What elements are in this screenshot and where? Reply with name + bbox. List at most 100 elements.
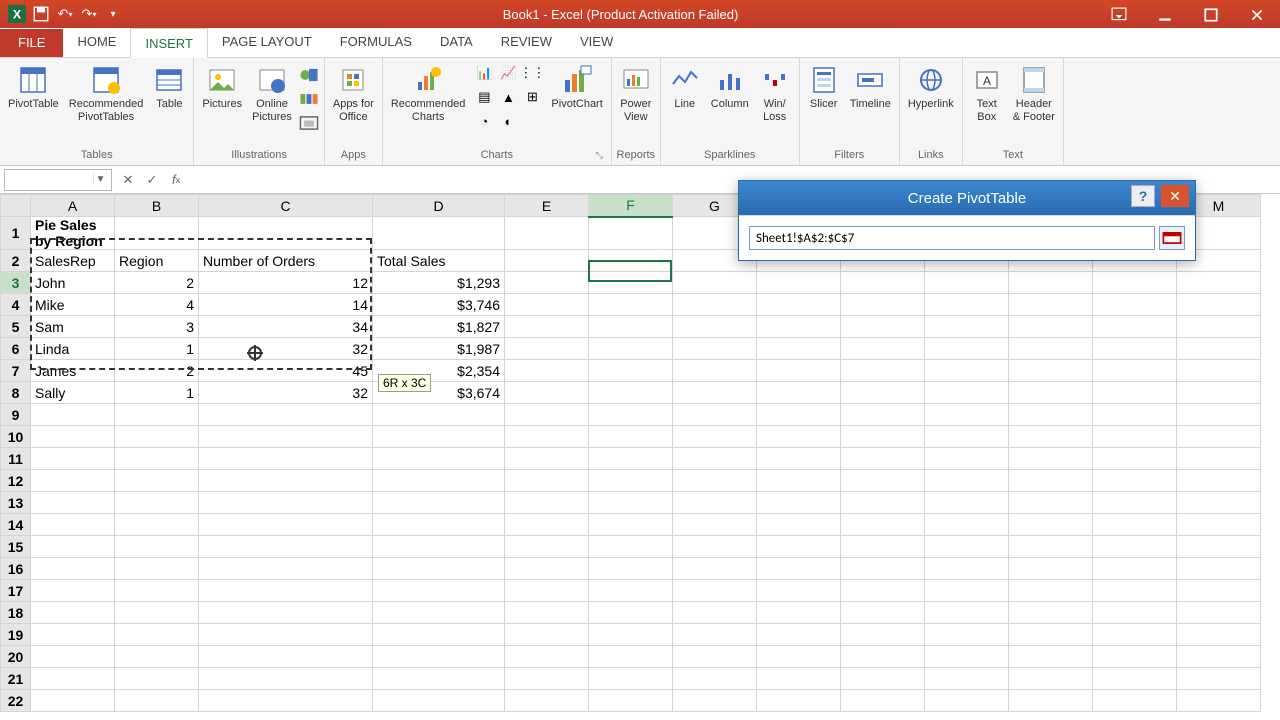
cell-I17[interactable] bbox=[841, 580, 925, 602]
cell-M8[interactable] bbox=[1177, 382, 1261, 404]
hyperlink-button[interactable]: Hyperlink bbox=[904, 62, 958, 113]
cell-E7[interactable] bbox=[505, 360, 589, 382]
cell-D20[interactable] bbox=[373, 646, 505, 668]
col-head-C[interactable]: C bbox=[199, 195, 373, 217]
cell-A19[interactable] bbox=[31, 624, 115, 646]
bar-chart-button[interactable]: ▤ bbox=[473, 86, 495, 108]
cell-L9[interactable] bbox=[1093, 404, 1177, 426]
cell-M20[interactable] bbox=[1177, 646, 1261, 668]
cell-E20[interactable] bbox=[505, 646, 589, 668]
cell-B1[interactable] bbox=[115, 217, 199, 250]
cell-B20[interactable] bbox=[115, 646, 199, 668]
cell-M21[interactable] bbox=[1177, 668, 1261, 690]
cell-J13[interactable] bbox=[925, 492, 1009, 514]
cell-I10[interactable] bbox=[841, 426, 925, 448]
ribbon-options-icon[interactable] bbox=[1111, 7, 1127, 21]
cell-D3[interactable]: $1,293 bbox=[373, 272, 505, 294]
cell-M16[interactable] bbox=[1177, 558, 1261, 580]
cell-C19[interactable] bbox=[199, 624, 373, 646]
collapse-dialog-button[interactable] bbox=[1159, 226, 1185, 250]
cell-A22[interactable] bbox=[31, 690, 115, 712]
cell-J4[interactable] bbox=[925, 294, 1009, 316]
cell-I9[interactable] bbox=[841, 404, 925, 426]
cell-C18[interactable] bbox=[199, 602, 373, 624]
cell-C15[interactable] bbox=[199, 536, 373, 558]
cell-J19[interactable] bbox=[925, 624, 1009, 646]
cell-C11[interactable] bbox=[199, 448, 373, 470]
tab-review[interactable]: REVIEW bbox=[487, 27, 566, 57]
cell-C17[interactable] bbox=[199, 580, 373, 602]
col-head-F[interactable]: F bbox=[589, 195, 673, 217]
cell-M12[interactable] bbox=[1177, 470, 1261, 492]
cell-B8[interactable]: 1 bbox=[115, 382, 199, 404]
cell-H15[interactable] bbox=[757, 536, 841, 558]
cell-M4[interactable] bbox=[1177, 294, 1261, 316]
cell-M17[interactable] bbox=[1177, 580, 1261, 602]
cell-J18[interactable] bbox=[925, 602, 1009, 624]
stock-chart-button[interactable]: ⊞ bbox=[521, 86, 543, 108]
cell-B18[interactable] bbox=[115, 602, 199, 624]
cell-B6[interactable]: 1 bbox=[115, 338, 199, 360]
qat-customize-icon[interactable]: ▾ bbox=[104, 5, 122, 23]
cell-C6[interactable]: 32 bbox=[199, 338, 373, 360]
cell-K21[interactable] bbox=[1009, 668, 1093, 690]
cell-D14[interactable] bbox=[373, 514, 505, 536]
cell-D1[interactable] bbox=[373, 217, 505, 250]
cell-I14[interactable] bbox=[841, 514, 925, 536]
cell-H16[interactable] bbox=[757, 558, 841, 580]
name-box[interactable]: ▼ bbox=[4, 169, 112, 191]
cell-G8[interactable] bbox=[673, 382, 757, 404]
close-button[interactable]: ✕ bbox=[1161, 185, 1189, 207]
cell-E16[interactable] bbox=[505, 558, 589, 580]
online-pictures-button[interactable]: Online Pictures bbox=[248, 62, 296, 125]
enter-button[interactable]: ✓ bbox=[140, 169, 164, 191]
cell-E8[interactable] bbox=[505, 382, 589, 404]
row-head-5[interactable]: 5 bbox=[1, 316, 31, 338]
cell-M6[interactable] bbox=[1177, 338, 1261, 360]
cell-I19[interactable] bbox=[841, 624, 925, 646]
col-head-B[interactable]: B bbox=[115, 195, 199, 217]
row-head-21[interactable]: 21 bbox=[1, 668, 31, 690]
cell-B15[interactable] bbox=[115, 536, 199, 558]
row-head-17[interactable]: 17 bbox=[1, 580, 31, 602]
cell-A17[interactable] bbox=[31, 580, 115, 602]
cell-L6[interactable] bbox=[1093, 338, 1177, 360]
redo-icon[interactable]: ↷▾ bbox=[80, 5, 98, 23]
cell-F17[interactable] bbox=[589, 580, 673, 602]
cell-E13[interactable] bbox=[505, 492, 589, 514]
cell-I15[interactable] bbox=[841, 536, 925, 558]
cell-F15[interactable] bbox=[589, 536, 673, 558]
row-head-19[interactable]: 19 bbox=[1, 624, 31, 646]
cell-L15[interactable] bbox=[1093, 536, 1177, 558]
row-head-22[interactable]: 22 bbox=[1, 690, 31, 712]
cell-B12[interactable] bbox=[115, 470, 199, 492]
cell-F21[interactable] bbox=[589, 668, 673, 690]
cell-E2[interactable] bbox=[505, 250, 589, 272]
fx-button[interactable]: fx bbox=[164, 169, 188, 191]
row-head-16[interactable]: 16 bbox=[1, 558, 31, 580]
cell-J9[interactable] bbox=[925, 404, 1009, 426]
cell-K8[interactable] bbox=[1009, 382, 1093, 404]
cell-E6[interactable] bbox=[505, 338, 589, 360]
cell-D18[interactable] bbox=[373, 602, 505, 624]
tab-home[interactable]: HOME bbox=[63, 27, 130, 57]
cell-K4[interactable] bbox=[1009, 294, 1093, 316]
cell-B22[interactable] bbox=[115, 690, 199, 712]
cell-I22[interactable] bbox=[841, 690, 925, 712]
cell-C5[interactable]: 34 bbox=[199, 316, 373, 338]
cell-F22[interactable] bbox=[589, 690, 673, 712]
cell-F16[interactable] bbox=[589, 558, 673, 580]
cell-I16[interactable] bbox=[841, 558, 925, 580]
cell-M5[interactable] bbox=[1177, 316, 1261, 338]
cell-E18[interactable] bbox=[505, 602, 589, 624]
cell-F10[interactable] bbox=[589, 426, 673, 448]
cell-A20[interactable] bbox=[31, 646, 115, 668]
cell-D13[interactable] bbox=[373, 492, 505, 514]
cell-H6[interactable] bbox=[757, 338, 841, 360]
cell-A11[interactable] bbox=[31, 448, 115, 470]
row-head-20[interactable]: 20 bbox=[1, 646, 31, 668]
row-head-3[interactable]: 3 bbox=[1, 272, 31, 294]
cell-D4[interactable]: $3,746 bbox=[373, 294, 505, 316]
cell-C2[interactable]: Number of Orders bbox=[199, 250, 373, 272]
cell-H5[interactable] bbox=[757, 316, 841, 338]
